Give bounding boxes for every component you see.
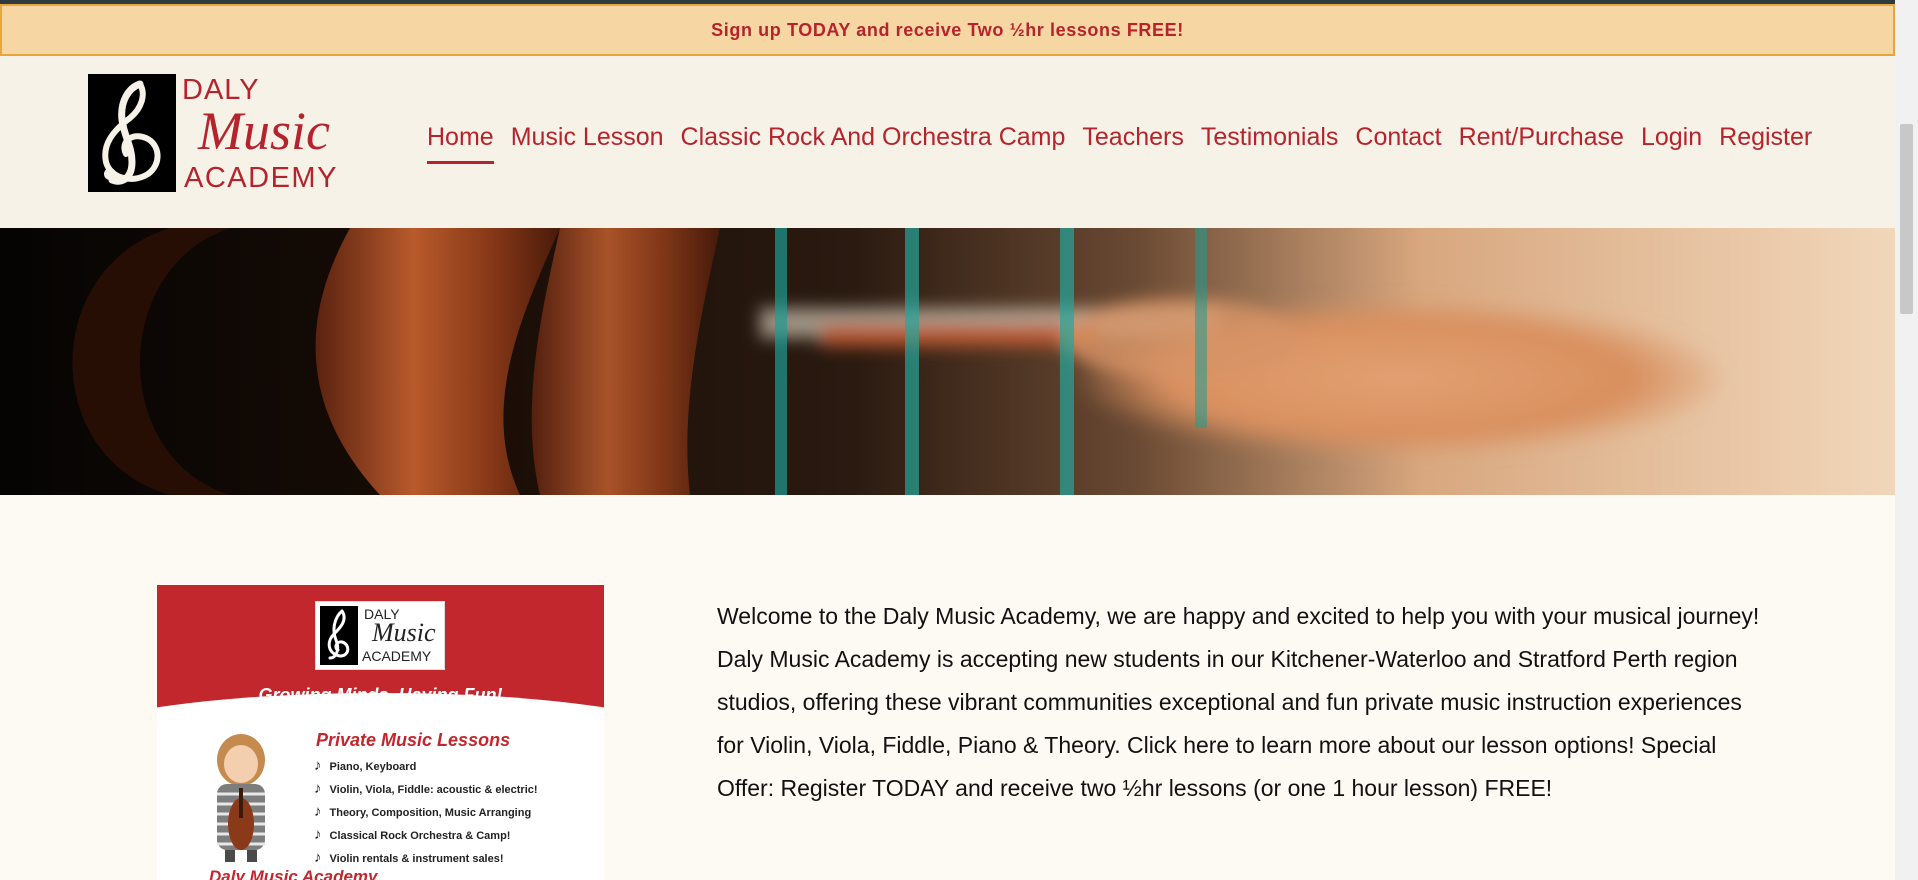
- music-note-icon: ♪: [314, 826, 322, 843]
- music-note-icon: ♪: [314, 780, 322, 797]
- nav-home[interactable]: Home: [427, 123, 494, 164]
- flyer-logo-academy: ACADEMY: [362, 648, 432, 664]
- music-note-icon: ♪: [314, 757, 322, 774]
- nav-testimonials[interactable]: Testimonials: [1201, 123, 1339, 164]
- child-with-violin-image: [205, 732, 277, 862]
- flyer-logo-music: Music: [372, 618, 436, 647]
- flyer-lesson-list: ♪ Piano, Keyboard ♪ Violin, Viola, Fiddle:…: [314, 757, 538, 872]
- flyer-heading: Private Music Lessons: [316, 730, 511, 750]
- flyer-list-item: ♪ Violin, Viola, Fiddle: acoustic & elect…: [314, 780, 538, 797]
- flyer-footer: Daly Music Academy: [209, 867, 378, 880]
- treble-clef-icon: [88, 74, 176, 192]
- scrollbar-thumb[interactable]: [1900, 124, 1913, 314]
- site-header: DALY Music ACADEMY Home Music Lesson Cla…: [0, 56, 1895, 228]
- welcome-text: Welcome to the Daly Music Academy, we ar…: [717, 603, 1760, 801]
- logo-academy: ACADEMY: [184, 162, 338, 194]
- nav-teachers[interactable]: Teachers: [1082, 123, 1183, 164]
- hero-violin-image: [0, 228, 1895, 495]
- nav-login[interactable]: Login: [1641, 123, 1702, 164]
- site-logo[interactable]: DALY Music ACADEMY: [88, 74, 348, 194]
- nav-contact[interactable]: Contact: [1355, 123, 1441, 164]
- lessons-flyer[interactable]: DALY Music ACADEMY Growing Minds, Having…: [157, 585, 604, 880]
- treble-clef-icon: [320, 606, 358, 665]
- flyer-logo: DALY Music ACADEMY: [315, 601, 445, 670]
- flyer-list-item: ♪ Theory, Composition, Music Arranging: [314, 803, 532, 820]
- music-note-icon: ♪: [314, 849, 322, 866]
- nav-rock-orchestra-camp[interactable]: Classic Rock And Orchestra Camp: [681, 123, 1066, 164]
- music-note-icon: ♪: [314, 803, 322, 820]
- nav-rent-purchase[interactable]: Rent/Purchase: [1459, 123, 1624, 164]
- nav-music-lesson[interactable]: Music Lesson: [511, 123, 664, 164]
- flyer-tagline: Growing Minds, Having Fun!: [258, 685, 503, 705]
- flyer-list-item: ♪ Piano, Keyboard: [314, 757, 417, 774]
- promo-text: Sign up TODAY and receive Two ½hr lesson…: [711, 19, 1184, 40]
- flyer-list-item: ♪ Classical Rock Orchestra & Camp!: [314, 826, 511, 843]
- nav-register[interactable]: Register: [1719, 123, 1812, 164]
- promo-banner[interactable]: Sign up TODAY and receive Two ½hr lesson…: [0, 4, 1895, 56]
- logo-music: Music: [198, 101, 330, 161]
- main-nav: Home Music Lesson Classic Rock And Orche…: [427, 123, 1812, 164]
